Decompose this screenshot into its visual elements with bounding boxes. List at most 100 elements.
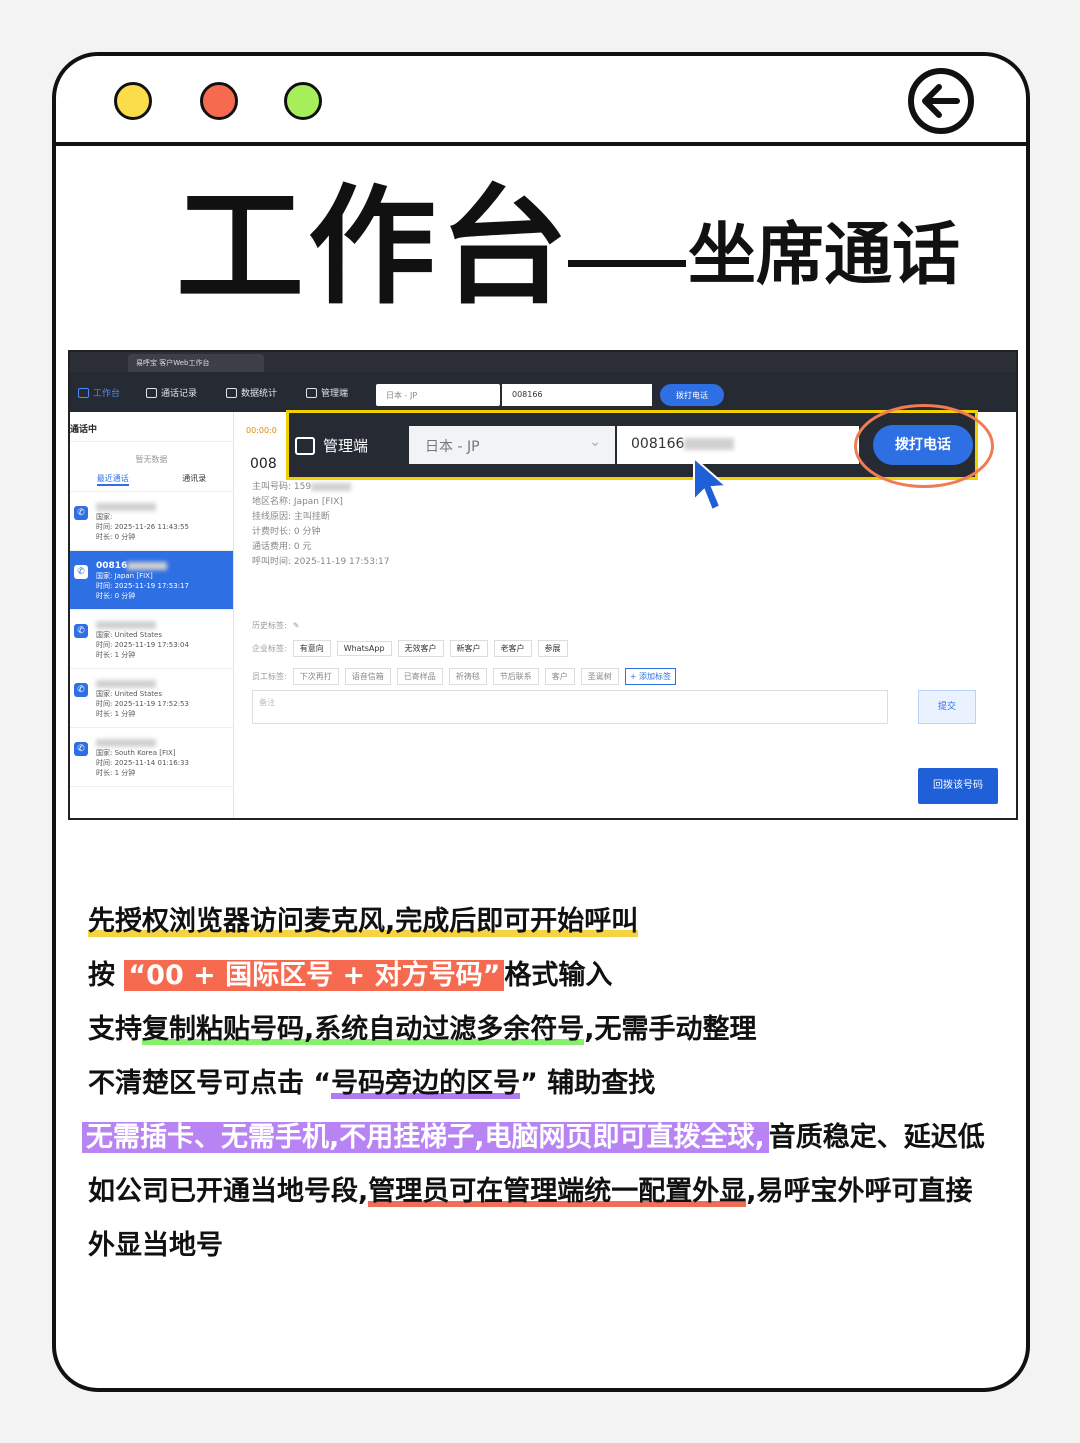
zoom-dial-input[interactable]: 008166 xyxy=(617,426,859,464)
text-line-7: 外显当地号 xyxy=(88,1230,223,1261)
browser-tab[interactable]: 易呼宝 客户Web工作台 xyxy=(128,354,264,372)
company-tag[interactable]: WhatsApp xyxy=(336,641,392,656)
line-4-c: ” 辅助查找 xyxy=(520,1068,656,1099)
staff-tag[interactable]: 客户 xyxy=(544,668,575,685)
zoom-country-value: 日本 - JP xyxy=(425,439,480,455)
staff-label: 员工标签: xyxy=(252,672,287,681)
text-line-1: 先授权浏览器访问麦克风,完成后即可开始呼叫 xyxy=(88,904,638,940)
record-time: 时间: 2025-11-19 17:52:53 xyxy=(96,700,189,708)
nav-call-records[interactable]: 通话记录 xyxy=(146,386,197,399)
call-record[interactable]: ✆ 国家: South Korea [FIX] 时间: 2025-11-14 01:… xyxy=(70,728,233,787)
company-tag[interactable]: 有意向 xyxy=(292,640,331,657)
record-duration: 时长: 0 分钟 xyxy=(96,533,136,541)
country-select[interactable]: 日本 - JP xyxy=(376,384,500,406)
company-label: 企业标签: xyxy=(252,644,287,653)
nav-statistics[interactable]: 数据统计 xyxy=(226,386,277,399)
nav-workbench[interactable]: 工作台 xyxy=(78,386,120,399)
company-tag[interactable]: 无效客户 xyxy=(397,640,444,657)
window-titlebar xyxy=(56,56,1026,146)
record-country: 国家: xyxy=(96,513,113,521)
page-title: 工作台 xyxy=(176,173,573,322)
list-tabs: 最近通话 通讯录 xyxy=(70,473,233,492)
cursor-arrow-icon xyxy=(693,456,729,512)
remark-textarea[interactable]: 备注 xyxy=(252,690,888,724)
line-5-b: 音质稳定、延迟低 xyxy=(768,1122,985,1153)
record-time: 时间: 2025-11-26 11:43:55 xyxy=(96,523,189,531)
red-dot-icon xyxy=(200,82,238,120)
app-screenshot: 易呼宝 客户Web工作台 工作台 通话记录 数据统计 管理端 日本 - JP 0… xyxy=(68,350,1018,820)
record-time: 时间: 2025-11-14 01:16:33 xyxy=(96,759,189,767)
nav-admin[interactable]: 管理端 xyxy=(306,386,348,399)
call-timer: 00:00:0 xyxy=(246,426,277,435)
staff-tag[interactable]: 节后联系 xyxy=(492,668,539,685)
company-tags-row: 企业标签: 有意向 WhatsApp 无效客户 新客户 老客户 参展 xyxy=(252,640,568,657)
staff-tag[interactable]: 下次再打 xyxy=(292,668,339,685)
call-list-pane: 通话中 暂无数据 最近通话 通讯录 ✆ 国家: 时间: 2025-11-26 11:… xyxy=(70,412,234,818)
staff-tag[interactable]: 祈祷毯 xyxy=(448,668,487,685)
admin-icon xyxy=(295,436,315,455)
zoom-admin[interactable]: 管理端 xyxy=(295,435,368,456)
company-tag[interactable]: 参展 xyxy=(537,640,568,657)
chevron-down-icon: ⌄ xyxy=(589,434,601,450)
page: 工作台 坐席通话 易呼宝 客户Web工作台 工作台 通话记录 数据统计 管理端 … xyxy=(0,0,1080,1443)
line-3-underlined: 复制粘贴号码,系统自动过滤多余符号 xyxy=(142,1014,585,1045)
text-line-2: 按 “00 + 国际区号 + 对方号码” 格式输入 xyxy=(88,958,612,994)
call-record[interactable]: ✆ 国家: United States 时间: 2025-11-19 17:52:5… xyxy=(70,669,233,728)
nav-label: 数据统计 xyxy=(241,389,278,399)
dial-button[interactable]: 拨打电话 xyxy=(660,384,724,406)
tab-recent-calls[interactable]: 最近通话 xyxy=(96,473,129,486)
nav-label: 工作台 xyxy=(93,389,121,399)
phone-icon: ✆ xyxy=(74,683,88,697)
tab-contacts[interactable]: 通讯录 xyxy=(182,473,206,486)
nav-label: 管理端 xyxy=(321,389,349,399)
browser-tabbar: 易呼宝 客户Web工作台 xyxy=(70,352,1016,372)
line-1-text: 先授权浏览器访问麦克风,完成后即可开始呼叫 xyxy=(88,906,639,937)
highlight-ring xyxy=(854,404,994,488)
call-record[interactable]: ✆ 国家: United States 时间: 2025-11-19 17:53:0… xyxy=(70,610,233,669)
edit-icon[interactable]: ✎ xyxy=(293,621,300,630)
staff-tag[interactable]: 已寄样品 xyxy=(396,668,443,685)
detail-caller: 主叫号码: 159 xyxy=(252,480,389,495)
staff-tag[interactable]: 圣诞树 xyxy=(580,668,619,685)
detail-fee: 通话费用: 0 元 xyxy=(252,542,312,552)
in-call-header: 通话中 xyxy=(70,412,233,442)
phone-icon: ✆ xyxy=(74,742,88,756)
record-number: 00816 xyxy=(96,561,128,571)
workbench-icon xyxy=(78,387,89,398)
record-country: 国家: South Korea [FIX] xyxy=(96,749,176,757)
line-6-c: ,易呼宝外呼可直接 xyxy=(746,1176,973,1207)
zoom-country-select[interactable]: 日本 - JP ⌄ xyxy=(409,426,615,464)
empty-text: 暂无数据 xyxy=(135,455,168,464)
detail-billing: 计费时长: 0 分钟 xyxy=(252,527,321,537)
zoom-number-value: 008166 xyxy=(631,436,685,452)
line-2-highlight: “00 + 国际区号 + 对方号码” xyxy=(124,960,505,991)
call-record[interactable]: ✆ 国家: 时间: 2025-11-26 11:43:55 时长: 0 分钟 xyxy=(70,492,233,551)
record-duration: 时长: 0 分钟 xyxy=(96,592,136,600)
call-record-selected[interactable]: ✆ 00816 国家: Japan [FIX] 时间: 2025-11-19 17:5… xyxy=(70,551,233,610)
history-tags-row: 历史标签: ✎ xyxy=(252,620,299,631)
chart-icon xyxy=(226,387,237,398)
line-5-highlight: 无需插卡、无需手机,不用挂梯子,电脑网页即可直拨全球, xyxy=(82,1122,769,1153)
phone-icon: ✆ xyxy=(74,624,88,638)
redial-button[interactable]: 回拨该号码 xyxy=(918,768,998,804)
back-arrow-icon[interactable] xyxy=(908,68,974,134)
window-card: 工作台 坐席通话 易呼宝 客户Web工作台 工作台 通话记录 数据统计 管理端 … xyxy=(52,52,1030,1392)
line-4-a: 不清楚区号可点击 “ xyxy=(88,1068,332,1099)
green-dot-icon xyxy=(284,82,322,120)
zoom-admin-label: 管理端 xyxy=(323,437,369,455)
add-tag-button[interactable]: + 添加标签 xyxy=(624,668,676,685)
yellow-dot-icon xyxy=(114,82,152,120)
dial-input[interactable]: 008166 xyxy=(502,384,652,406)
line-3-c: ,无需手动整理 xyxy=(584,1014,757,1045)
record-time: 时间: 2025-11-19 17:53:04 xyxy=(96,641,189,649)
staff-tag[interactable]: 语音信箱 xyxy=(344,668,391,685)
text-line-3: 支持复制粘贴号码,系统自动过滤多余符号,无需手动整理 xyxy=(88,1012,757,1048)
nav-label: 通话记录 xyxy=(161,389,198,399)
submit-button[interactable]: 提交 xyxy=(918,690,976,724)
company-tag[interactable]: 老客户 xyxy=(493,640,532,657)
line-3-a: 支持 xyxy=(88,1014,142,1045)
record-country: 国家: United States xyxy=(96,631,162,639)
line-4-underlined: 号码旁边的区号 xyxy=(331,1068,521,1099)
company-tag[interactable]: 新客户 xyxy=(449,640,488,657)
detail-reason: 挂线原因: 主叫挂断 xyxy=(252,512,330,522)
